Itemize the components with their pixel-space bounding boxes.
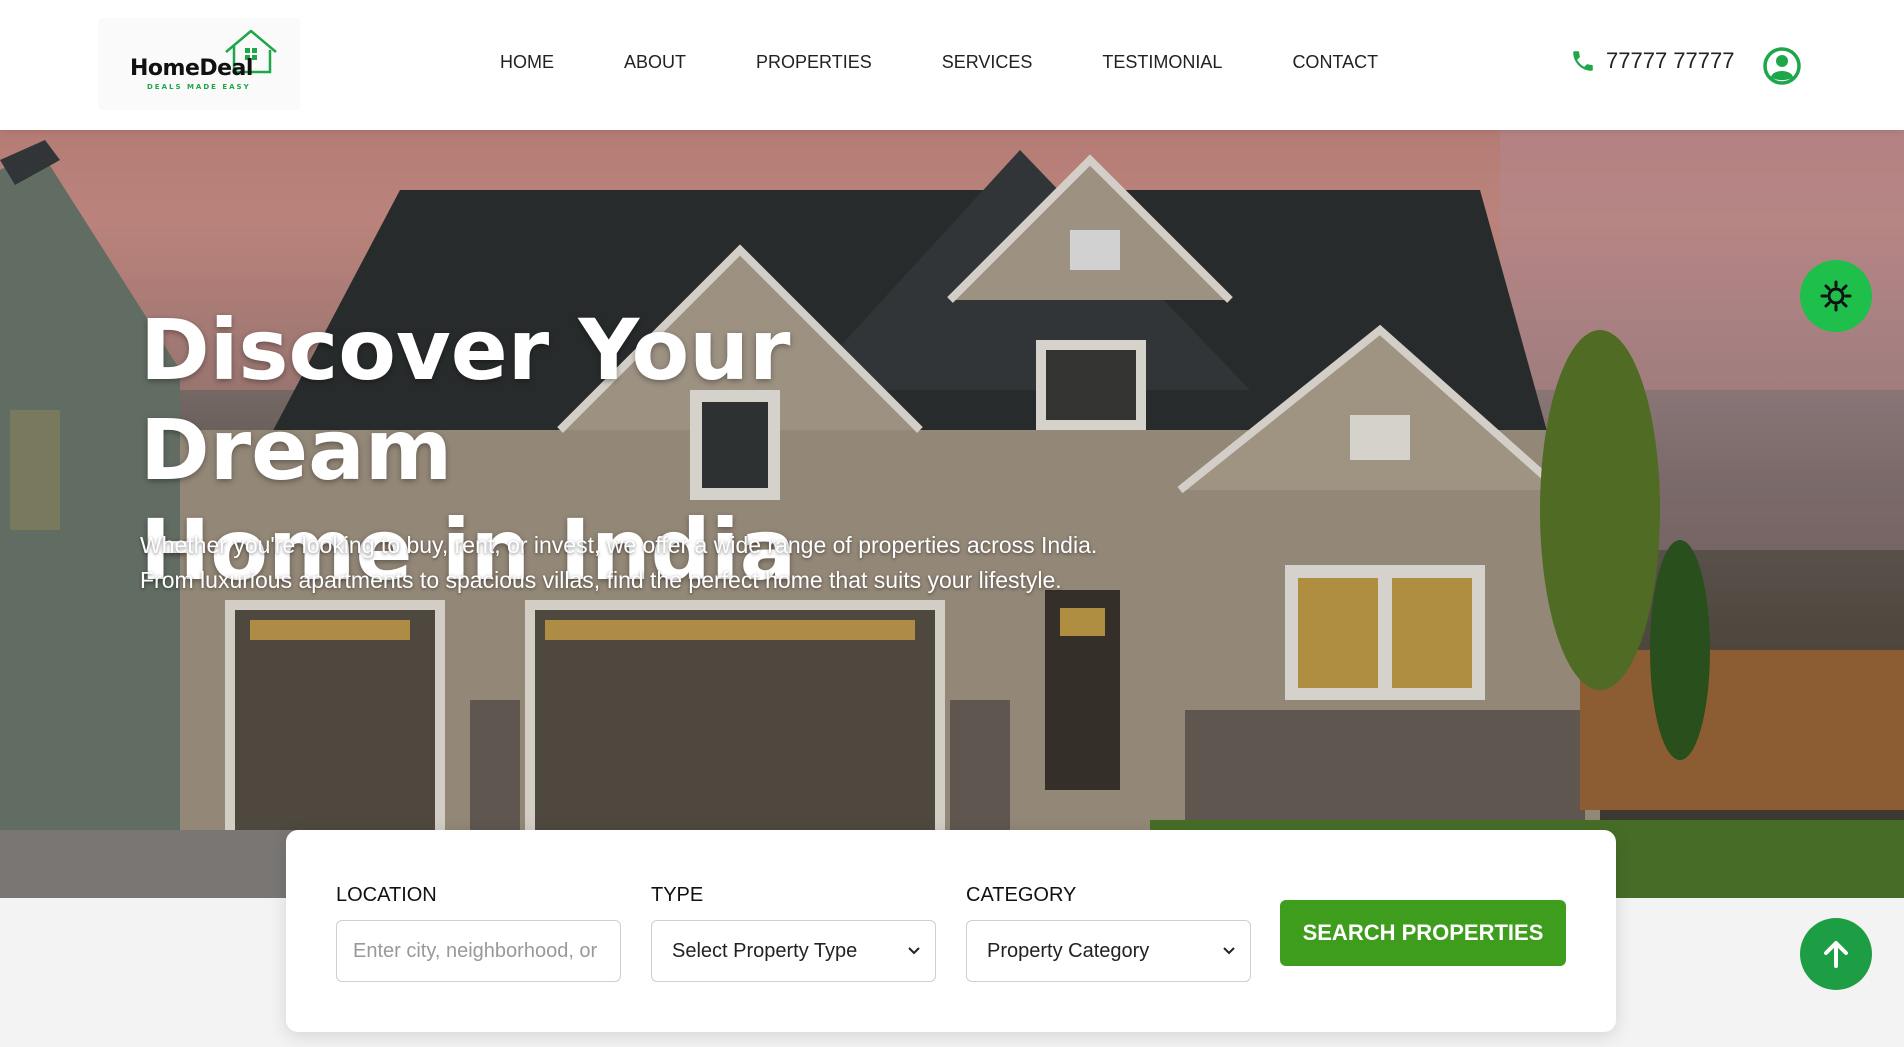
main-nav: HOME ABOUT PROPERTIES SERVICES TESTIMONI… bbox=[500, 52, 1378, 78]
sun-icon bbox=[1820, 280, 1852, 312]
theme-toggle-button[interactable] bbox=[1800, 260, 1872, 332]
search-properties-button[interactable]: SEARCH PROPERTIES bbox=[1280, 900, 1566, 966]
property-type-select[interactable]: Select Property Type bbox=[651, 920, 936, 982]
hero-subtitle: Whether you're looking to buy, rent, or … bbox=[140, 532, 1098, 593]
brand-name: HomeDeal bbox=[130, 56, 253, 81]
property-type-value: Select Property Type bbox=[672, 939, 858, 962]
category-label: CATEGORY bbox=[966, 884, 1077, 906]
user-circle-icon[interactable] bbox=[1763, 47, 1801, 85]
arrow-up-icon bbox=[1824, 941, 1848, 968]
type-label: TYPE bbox=[651, 884, 704, 906]
nav-contact[interactable]: CONTACT bbox=[1292, 52, 1378, 78]
location-input[interactable]: Enter city, neighborhood, or bbox=[336, 920, 621, 982]
nav-services[interactable]: SERVICES bbox=[942, 52, 1033, 78]
property-category-value: Property Category bbox=[987, 939, 1150, 962]
site-header: HomeDeal DEALS MADE EASY HOME ABOUT PROP… bbox=[0, 0, 1904, 130]
brand-logo[interactable]: HomeDeal DEALS MADE EASY bbox=[98, 18, 300, 110]
phone-number: 77777 77777 bbox=[1606, 48, 1735, 73]
location-placeholder: Enter city, neighborhood, or bbox=[353, 939, 598, 962]
nav-testimonial[interactable]: TESTIMONIAL bbox=[1102, 52, 1222, 78]
nav-home[interactable]: HOME bbox=[500, 52, 554, 78]
hero-title-line-1: Discover Your Dream bbox=[140, 301, 791, 499]
nav-about[interactable]: ABOUT bbox=[624, 52, 686, 78]
phone-icon bbox=[1573, 51, 1593, 71]
phone-contact[interactable]: 77777 77777 bbox=[1570, 48, 1734, 74]
scroll-to-top-button[interactable] bbox=[1800, 918, 1872, 990]
chevron-down-icon bbox=[1223, 947, 1235, 955]
hero-banner: Discover Your Dream Home in India Whethe… bbox=[0, 130, 1904, 898]
brand-tagline: DEALS MADE EASY bbox=[147, 83, 251, 91]
property-search-panel: LOCATION Enter city, neighborhood, or TY… bbox=[286, 830, 1616, 1032]
chevron-down-icon bbox=[908, 947, 920, 955]
nav-properties[interactable]: PROPERTIES bbox=[756, 52, 872, 78]
location-label: LOCATION bbox=[336, 884, 437, 906]
property-category-select[interactable]: Property Category bbox=[966, 920, 1251, 982]
